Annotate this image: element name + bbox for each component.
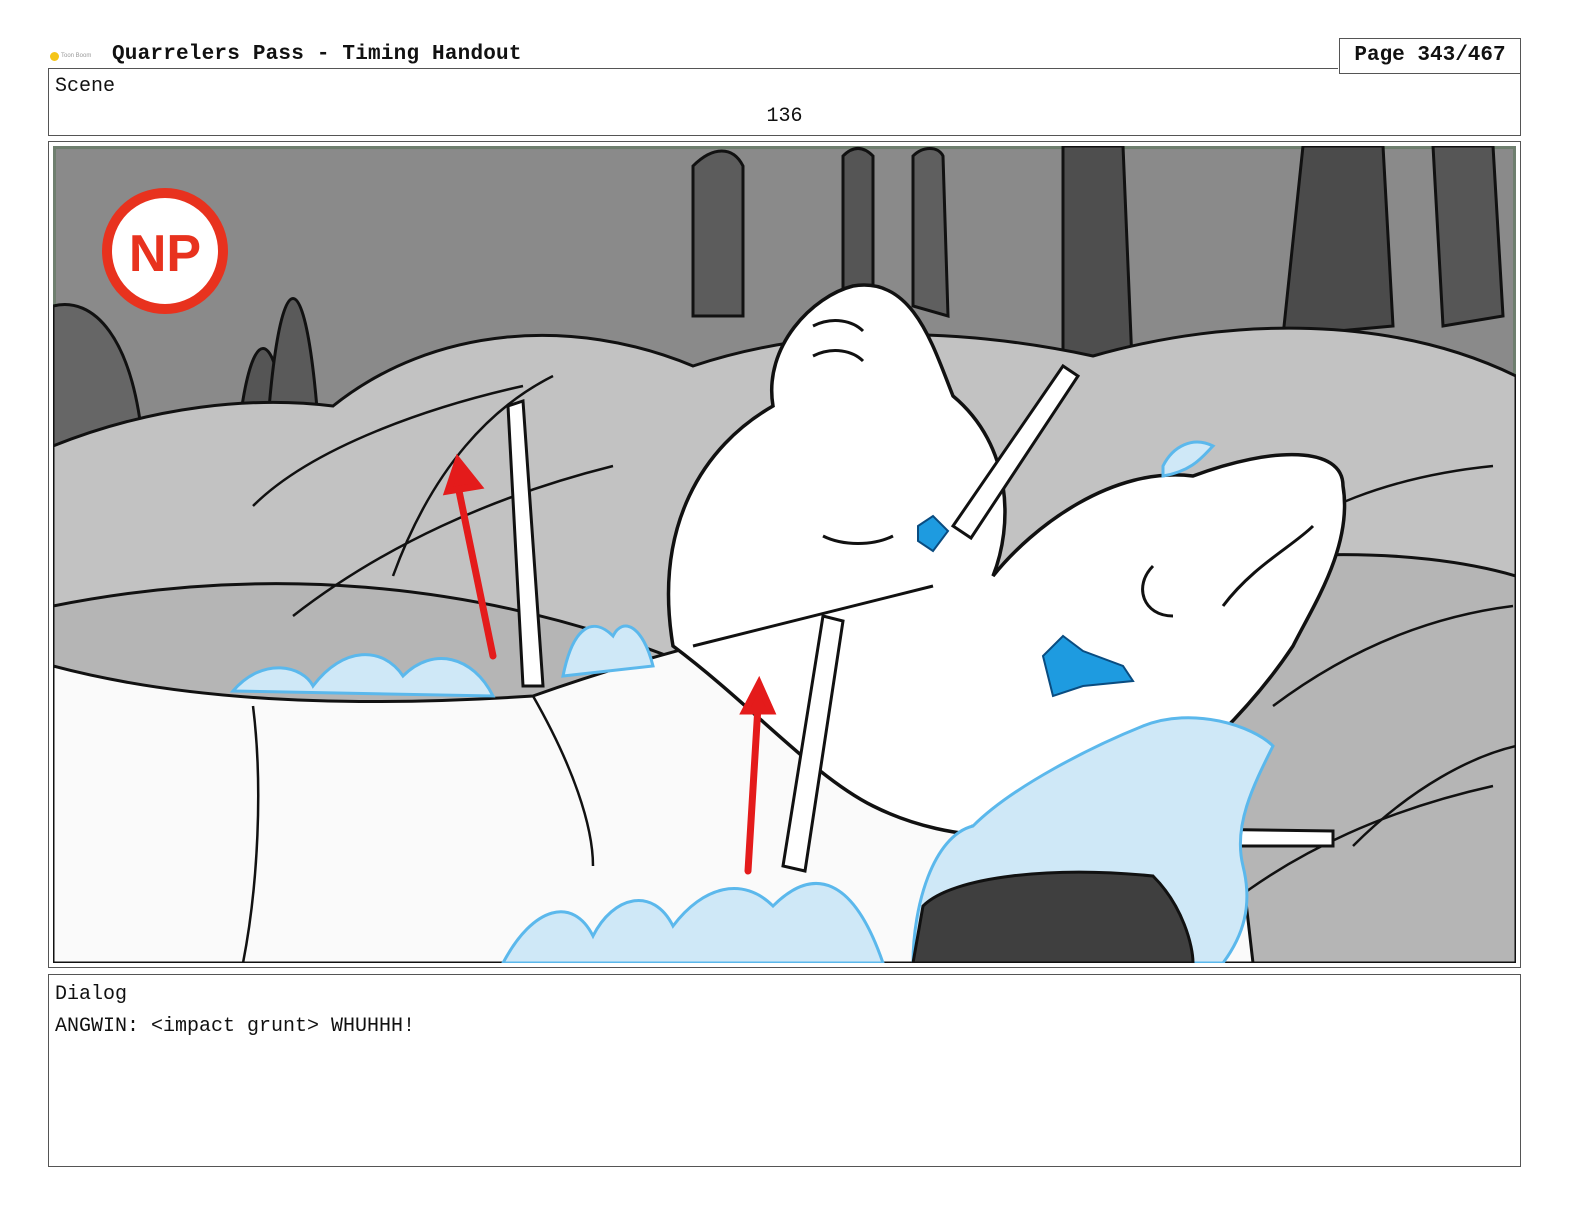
scene-number: 136 <box>766 105 803 128</box>
scene-box: Scene 136 <box>48 69 1521 136</box>
storyboard-panel: NP <box>48 141 1521 968</box>
page-header: Toon Boom Quarrelers Pass - Timing Hando… <box>48 38 1521 74</box>
toon-boom-logo: Toon Boom <box>50 50 98 62</box>
dialog-line: ANGWIN: <impact grunt> WHUHHH! <box>55 1015 416 1038</box>
logo-sun-icon <box>50 51 59 61</box>
dialog-box: Dialog ANGWIN: <impact grunt> WHUHHH! <box>48 974 1521 1167</box>
panel-illustration: NP <box>53 146 1516 963</box>
document-title: Quarrelers Pass - Timing Handout <box>112 43 522 66</box>
dialog-label: Dialog <box>55 983 128 1006</box>
np-badge-text: NP <box>129 225 201 283</box>
scene-label: Scene <box>55 75 116 98</box>
logo-text: Toon Boom <box>61 53 92 59</box>
